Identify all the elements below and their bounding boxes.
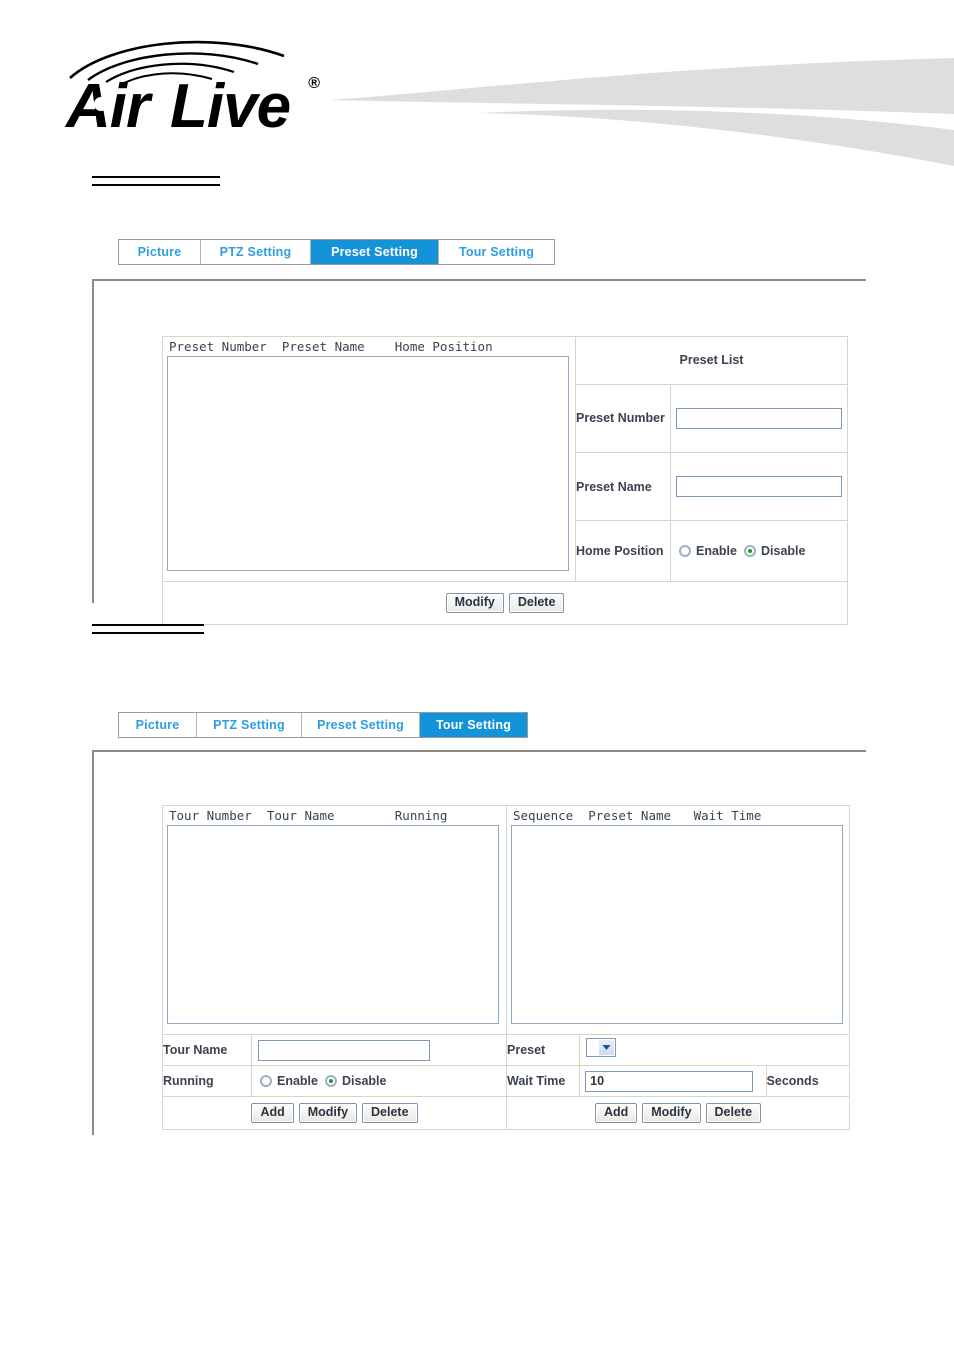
sequence-add-button[interactable]: Add bbox=[594, 1103, 638, 1123]
wait-time-field-cell bbox=[579, 1065, 767, 1097]
tour-setting-layout: Tour Number Tour Name Running Sequence P… bbox=[162, 805, 851, 1130]
preset-number-field-cell bbox=[670, 383, 848, 454]
section-heading-rule-tour bbox=[92, 624, 204, 634]
header-swoosh-graphic bbox=[330, 38, 954, 178]
tour-modify-button[interactable]: Modify bbox=[298, 1103, 358, 1123]
tour-list-columns: Tour Number Tour Name Running bbox=[169, 808, 448, 823]
running-label: Running bbox=[162, 1065, 252, 1097]
preset-name-label: Preset Name bbox=[575, 452, 671, 522]
home-position-field-cell: Enable Disable bbox=[670, 520, 848, 582]
running-radio-group[interactable]: Enable Disable bbox=[252, 1074, 506, 1088]
radio-checked-icon[interactable] bbox=[325, 1075, 337, 1087]
wait-time-label: Wait Time bbox=[505, 1065, 581, 1097]
preset-name-field-cell bbox=[670, 452, 848, 522]
preset-select-cell bbox=[579, 1034, 850, 1066]
tab2-tour-setting[interactable]: Tour Setting bbox=[420, 713, 527, 737]
tour-delete-button[interactable]: Delete bbox=[362, 1103, 418, 1123]
home-position-disable-option[interactable]: Disable bbox=[744, 544, 805, 558]
section-heading-rule-preset bbox=[92, 176, 220, 186]
tour-list-box-cell: Tour Number Tour Name Running bbox=[162, 805, 507, 1035]
tour-actions: Add Modify Delete bbox=[163, 1097, 506, 1129]
sequence-list-box-cell: Sequence Preset Name Wait Time bbox=[506, 805, 850, 1035]
preset-list-title-cell: Preset List bbox=[575, 336, 848, 385]
preset-name-input[interactable] bbox=[676, 476, 842, 498]
tour-list-box[interactable] bbox=[167, 825, 499, 1024]
sequence-list-box[interactable] bbox=[511, 825, 843, 1024]
radio-unchecked-icon[interactable] bbox=[679, 545, 691, 558]
preset-delete-button[interactable]: Delete bbox=[508, 593, 565, 613]
preset-select-label: Preset bbox=[505, 1034, 581, 1066]
svg-text:®: ® bbox=[308, 75, 320, 92]
running-disable-option[interactable]: Disable bbox=[325, 1074, 386, 1088]
wait-time-unit: Seconds bbox=[766, 1065, 851, 1097]
sequence-actions-cell: Add Modify Delete bbox=[506, 1096, 850, 1130]
tab-strip-tour[interactable]: Picture PTZ Setting Preset Setting Tour … bbox=[118, 712, 528, 738]
tab2-ptz-setting[interactable]: PTZ Setting bbox=[197, 713, 302, 737]
sequence-actions: Add Modify Delete bbox=[507, 1103, 849, 1123]
preset-number-input[interactable] bbox=[676, 407, 842, 429]
airlive-logo: Air Live ® bbox=[62, 32, 352, 137]
tab-strip-preset[interactable]: Picture PTZ Setting Preset Setting Tour … bbox=[118, 239, 555, 265]
sequence-list-columns: Sequence Preset Name Wait Time bbox=[513, 808, 762, 823]
preset-select[interactable] bbox=[586, 1038, 617, 1057]
tab-picture[interactable]: Picture bbox=[119, 240, 201, 264]
radio-unchecked-icon[interactable] bbox=[260, 1075, 272, 1087]
home-position-enable-option[interactable]: Enable bbox=[679, 544, 737, 558]
home-position-disable-label: Disable bbox=[761, 544, 806, 559]
preset-modify-button[interactable]: Modify bbox=[445, 593, 504, 613]
running-field-cell: Enable Disable bbox=[251, 1065, 507, 1097]
preset-setting-layout: Preset Number Preset Name Home Position … bbox=[162, 336, 848, 625]
running-enable-label: Enable bbox=[277, 1074, 318, 1088]
page-header: Air Live ® bbox=[0, 0, 954, 175]
preset-list-title: Preset List bbox=[679, 353, 744, 368]
running-disable-label: Disable bbox=[342, 1074, 387, 1088]
preset-list-box-cell: Preset Number Preset Name Home Position bbox=[162, 336, 576, 582]
tour-name-label: Tour Name bbox=[162, 1034, 252, 1066]
tour-setting-panel: Tour Number Tour Name Running Sequence P… bbox=[92, 750, 866, 1135]
tab2-picture[interactable]: Picture bbox=[119, 713, 197, 737]
preset-list-columns: Preset Number Preset Name Home Position bbox=[169, 339, 493, 354]
tab-preset-setting[interactable]: Preset Setting bbox=[311, 240, 439, 264]
preset-setting-panel: Preset Number Preset Name Home Position … bbox=[92, 279, 866, 625]
radio-checked-icon[interactable] bbox=[744, 545, 756, 558]
preset-number-label: Preset Number bbox=[575, 383, 671, 454]
running-enable-option[interactable]: Enable bbox=[260, 1074, 318, 1088]
tour-name-input[interactable] bbox=[258, 1039, 430, 1061]
tour-name-field-cell bbox=[251, 1034, 507, 1066]
tab-tour-setting[interactable]: Tour Setting bbox=[439, 240, 554, 264]
chevron-down-icon[interactable] bbox=[599, 1040, 615, 1055]
wait-time-input[interactable] bbox=[585, 1070, 754, 1092]
sequence-delete-button[interactable]: Delete bbox=[705, 1103, 762, 1123]
tab-ptz-setting[interactable]: PTZ Setting bbox=[201, 240, 311, 264]
preset-actions-cell: Modify Delete bbox=[162, 581, 848, 625]
svg-text:Live: Live bbox=[170, 72, 290, 137]
home-position-radio-group[interactable]: Enable Disable bbox=[671, 544, 847, 558]
tour-actions-cell: Add Modify Delete bbox=[162, 1096, 507, 1130]
preset-actions: Modify Delete bbox=[163, 582, 847, 624]
preset-list-box[interactable] bbox=[167, 356, 569, 571]
tab2-preset-setting[interactable]: Preset Setting bbox=[302, 713, 420, 737]
tour-add-button[interactable]: Add bbox=[251, 1103, 294, 1123]
home-position-enable-label: Enable bbox=[696, 544, 737, 559]
home-position-label: Home Position bbox=[575, 520, 671, 582]
sequence-modify-button[interactable]: Modify bbox=[642, 1103, 701, 1123]
svg-text:Air: Air bbox=[64, 72, 153, 137]
